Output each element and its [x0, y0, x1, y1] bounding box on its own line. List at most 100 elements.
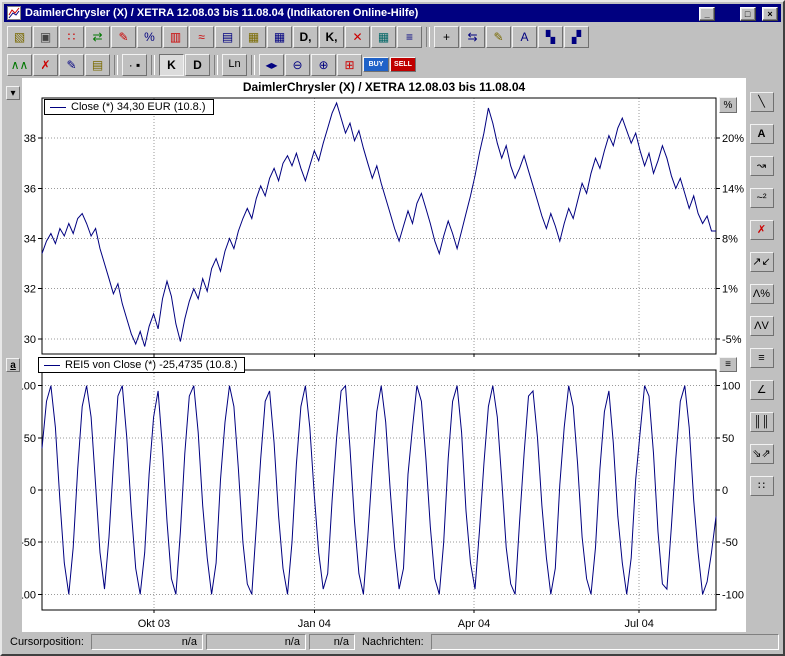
toolbar-separator: [251, 55, 255, 75]
drawing-toolbar: ╲ A ↝ ~² ✗ ↗↙ Λ% ΛV ≡ ∠ ║║ ⇘⇗ ∷: [742, 78, 781, 632]
trendline-tool-button[interactable]: ╲: [750, 92, 774, 112]
rei5-indicator-plot: 100100505000-50-50-100-100: [22, 370, 744, 613]
candle-button[interactable]: K: [159, 54, 184, 76]
maximize-button[interactable]: □: [740, 7, 756, 21]
clipboard-button[interactable]: ▤: [85, 54, 110, 76]
text-tool-button[interactable]: A: [750, 124, 774, 144]
signal-button[interactable]: ✗: [33, 54, 58, 76]
chart-page-icon: ▧: [14, 31, 25, 43]
fibonacci-button[interactable]: ≡: [750, 348, 774, 368]
transfer-button[interactable]: ⇄: [85, 26, 110, 48]
remove-indicator-button[interactable]: ✕: [345, 26, 370, 48]
delete-drawing-button[interactable]: ✗: [750, 220, 774, 240]
crosshair-button[interactable]: +: [434, 26, 459, 48]
scatter-button[interactable]: ∷: [59, 26, 84, 48]
news-panel: [431, 634, 779, 650]
zigzag-icon: ∧∧: [11, 59, 29, 71]
indicator-d-button[interactable]: D,: [293, 26, 318, 48]
sell-button-label: SELL: [394, 61, 412, 68]
zigzag-percent-button[interactable]: Λ%: [750, 284, 774, 304]
y-tick-label: 14%: [722, 183, 744, 195]
data-table-button[interactable]: ▦: [371, 26, 396, 48]
chart-area-svg[interactable]: 3820%3614%348%321%30-5%100100505000-50-5…: [22, 78, 746, 632]
zigzag-percent-icon: Λ%: [753, 289, 770, 300]
zigzag-button[interactable]: ∧∧: [7, 54, 32, 76]
toolbar-separator: [426, 27, 430, 47]
drawing-button[interactable]: ✎: [59, 54, 84, 76]
buy-button[interactable]: BUY: [363, 57, 389, 72]
toolbar-separator: [151, 55, 155, 75]
note-arrow-tool-button[interactable]: ↝: [750, 156, 774, 176]
list-icon: ≡: [406, 31, 413, 43]
close-button[interactable]: ×: [762, 7, 778, 21]
y-tick-label: 100: [22, 381, 36, 393]
zoom-out-button[interactable]: ⊖: [285, 54, 310, 76]
x-axis-label: Jan 04: [298, 618, 331, 630]
zigzag-points-button[interactable]: ΛV: [750, 316, 774, 336]
indicator-legend[interactable]: REI5 von Close (*) -25,4735 (10.8.): [38, 357, 245, 373]
clipboard-icon: ▤: [92, 59, 103, 71]
price-legend[interactable]: Close (*) 34,30 EUR (10.8.): [44, 99, 214, 115]
news-note-button[interactable]: A: [512, 26, 537, 48]
sell-button[interactable]: SELL: [390, 57, 416, 72]
zoom-range-button[interactable]: ⊞: [337, 54, 362, 76]
move-chart-button[interactable]: ⇆: [460, 26, 485, 48]
fan-lines-button[interactable]: ∠: [750, 380, 774, 400]
pen-icon: ✎: [66, 59, 76, 71]
red-pen-icon: ✎: [118, 31, 128, 43]
title-bar[interactable]: DaimlerChrysler (X) / XETRA 12.08.03 bis…: [4, 4, 781, 22]
wave-tool-button[interactable]: ~²: [750, 188, 774, 208]
portfolio-button[interactable]: ▦: [241, 26, 266, 48]
red-x-icon: ✗: [757, 225, 766, 236]
daily-button-label: D: [193, 59, 202, 71]
layout-icon: ▚: [546, 31, 555, 43]
y-tick-label: 100: [722, 381, 740, 393]
crossed-arrows-button[interactable]: ↗↙: [750, 252, 774, 272]
indicator-settings-button[interactable]: ≡: [719, 357, 737, 372]
copy-button[interactable]: ▣: [33, 26, 58, 48]
report-button[interactable]: ▤: [215, 26, 240, 48]
scroll-button[interactable]: ◂▸: [259, 54, 284, 76]
vertical-lines-button[interactable]: ║║: [750, 412, 774, 432]
portfolio-icon: ▦: [248, 31, 259, 43]
window-arrange-button[interactable]: ▞: [564, 26, 589, 48]
app-icon: [7, 6, 21, 20]
y-tick-label: 20%: [722, 133, 744, 145]
draw-order-button[interactable]: ✎: [111, 26, 136, 48]
y-tick-label: -100: [722, 589, 744, 601]
y-tick-label: -50: [722, 537, 738, 549]
arrows-cluster-icon: ⇘⇗: [752, 449, 770, 460]
candle-button-label: K: [167, 59, 176, 71]
y-tick-label: 32: [24, 284, 36, 296]
log-scale-button[interactable]: Ln: [222, 54, 247, 76]
scale-marker-button[interactable]: ▾: [6, 86, 20, 100]
percent-icon: %: [144, 31, 155, 43]
line-chart-button[interactable]: ≈: [189, 26, 214, 48]
line-width-button[interactable]: · ▪: [122, 54, 147, 76]
chart-canvas[interactable]: DaimlerChrysler (X) / XETRA 12.08.03 bis…: [22, 78, 746, 632]
indicator-k-button[interactable]: K,: [319, 26, 344, 48]
quick-note-button[interactable]: ✎: [486, 26, 511, 48]
new-analysis-button[interactable]: ▧: [7, 26, 32, 48]
indicator-k-button-label: K,: [326, 31, 338, 43]
arrows-cluster-button[interactable]: ⇘⇗: [750, 444, 774, 464]
statistics-button[interactable]: %: [137, 26, 162, 48]
dots-grid-button[interactable]: ∷: [750, 476, 774, 496]
y-tick-label: -50: [22, 537, 36, 549]
x-axis-label: Okt 03: [138, 618, 170, 630]
y-tick-label: -5%: [722, 334, 742, 346]
dots-grid-icon: ∷: [758, 481, 765, 492]
layout-button[interactable]: ▚: [538, 26, 563, 48]
watchlist-button[interactable]: ≡: [397, 26, 422, 48]
daily-button[interactable]: D: [185, 54, 210, 76]
indicator-auto-button[interactable]: a: [6, 358, 20, 372]
zoom-in-button[interactable]: ⊕: [311, 54, 336, 76]
percent-scale-button[interactable]: %: [719, 97, 737, 113]
minimize-button[interactable]: _: [699, 7, 715, 21]
quote-table-button[interactable]: ▦: [267, 26, 292, 48]
zoom-out-icon: ⊖: [292, 59, 302, 71]
histogram-button[interactable]: ▥: [163, 26, 188, 48]
cursor-value-panel: n/a: [91, 634, 203, 650]
indicator-legend-text: REI5 von Close (*) -25,4735 (10.8.): [65, 359, 237, 371]
toolbar-main: ▧▣∷⇄✎%▥≈▤▦▦D,K,✕▦≡+⇆✎A▚▞: [4, 22, 781, 51]
